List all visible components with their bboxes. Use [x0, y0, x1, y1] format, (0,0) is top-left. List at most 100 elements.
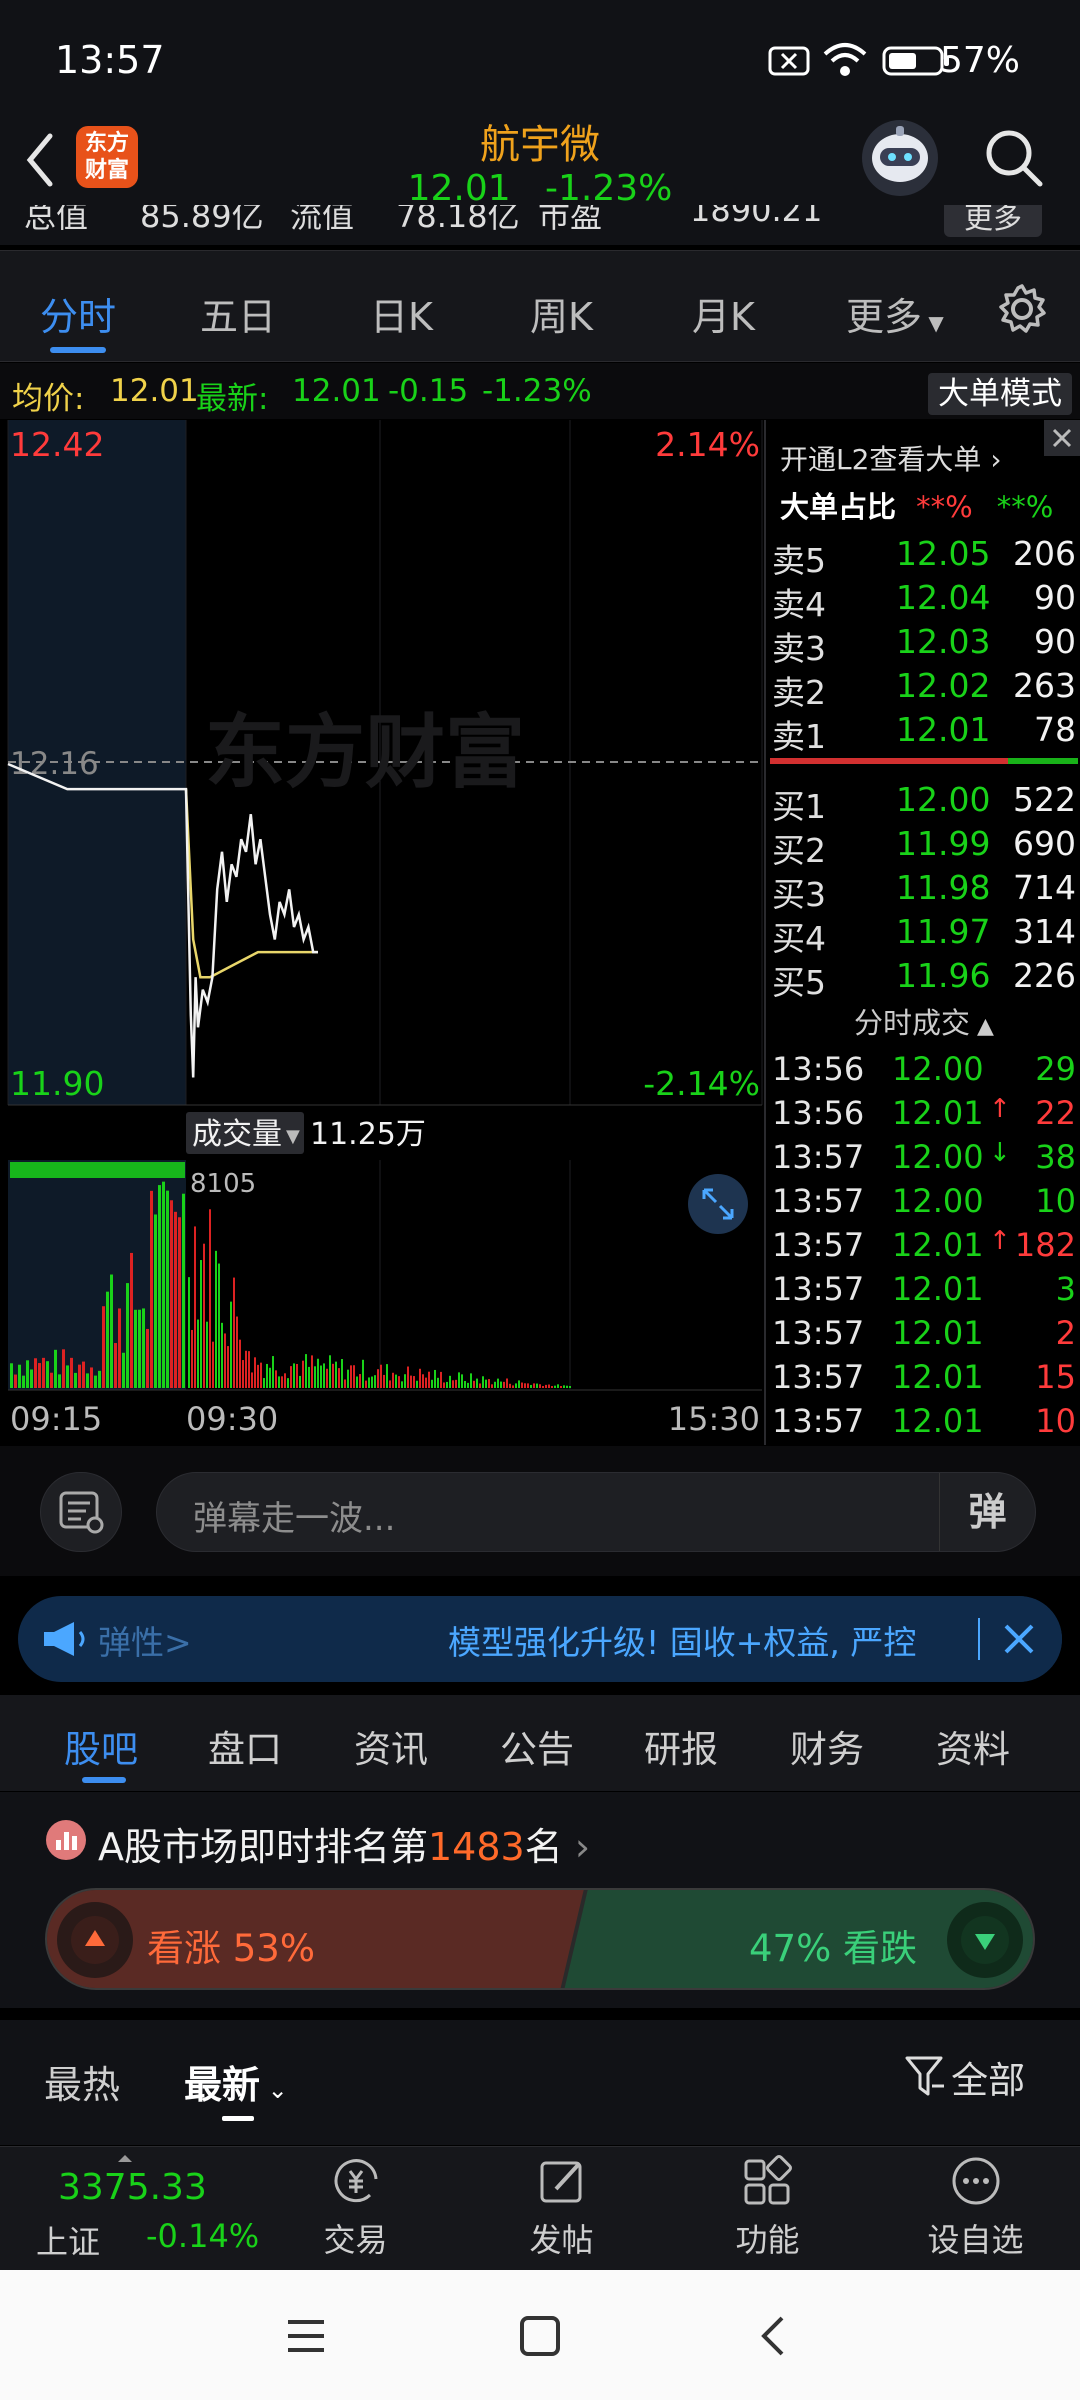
total-value-label: 总值 [24, 205, 89, 235]
tab-intraday[interactable]: 分时 [40, 286, 116, 341]
time-start-label: 09:15 [10, 1400, 102, 1438]
robot-assistant-icon[interactable] [862, 120, 938, 196]
ask-price: 12.04 [896, 578, 991, 617]
volume-bar [350, 1365, 352, 1388]
latest-price-label: 最新: [196, 381, 269, 417]
bid-volume: 314 [1013, 912, 1076, 951]
trades-title[interactable]: 分时成交 ▲ [766, 1000, 1080, 1042]
volume-bar [212, 1341, 214, 1388]
filter-icon [905, 2056, 944, 2096]
bid-row: 买5 11.96 226 [766, 956, 1080, 1002]
home-icon[interactable] [518, 2314, 562, 2358]
price-summary-row: 均价: 12.01 最新: 12.01 -0.15 -1.23% 大单模式 [0, 363, 1080, 419]
caret-down-icon: ▼ [286, 1126, 300, 1147]
tab-news[interactable]: 资讯 [354, 1719, 428, 1773]
bottom-nav: 3375.33 上证 -0.14% 交易 发帖 功能 设自选 [0, 2146, 1080, 2270]
volume-bar [38, 1363, 41, 1388]
volume-bar [266, 1363, 268, 1388]
filter-button[interactable]: 全部 [904, 2050, 1025, 2104]
ask-level-label: 卖4 [772, 585, 826, 624]
feed-tabs: 最热 最新 ⌄ 全部 [0, 2020, 1080, 2145]
nav-trade[interactable]: 交易 [288, 2147, 423, 2271]
tab-hottest[interactable]: 最热 [44, 2054, 120, 2109]
vote-down-button[interactable] [947, 1902, 1023, 1978]
danmu-toggle-button[interactable]: 弹 [939, 1473, 1035, 1551]
volume-bar [209, 1209, 211, 1388]
volume-bar [362, 1359, 364, 1388]
volume-bar [254, 1357, 256, 1388]
status-bar: 13:57 57% [0, 0, 1080, 110]
nav-add-watchlist[interactable]: 设自选 [908, 2147, 1043, 2271]
close-icon[interactable] [1044, 420, 1080, 456]
tab-pankou[interactable]: 盘口 [208, 1719, 282, 1773]
banner-left-text: 弹性> [98, 1623, 192, 1662]
danmu-settings-button[interactable] [40, 1472, 122, 1552]
volume-bar [14, 1374, 17, 1388]
settings-gear-icon[interactable] [996, 283, 1048, 335]
trade-row: 13:57 12.00 ↓ 38 [766, 1138, 1080, 1182]
tab-announcements[interactable]: 公告 [500, 1719, 574, 1773]
volume-bar [458, 1372, 460, 1388]
trade-volume: 22 [1035, 1094, 1076, 1132]
l2-promo-link[interactable]: 开通L2查看大单 › [780, 438, 1002, 478]
volume-bar [138, 1309, 141, 1388]
stock-info-row: 总值 85.89亿 流值 78.18亿 市盈 1890.21 更多 [0, 205, 1080, 245]
index-ticker[interactable]: 3375.33 上证 -0.14% [0, 2147, 290, 2271]
trade-row: 13:57 12.01 15 [766, 1358, 1080, 1402]
volume-bar [130, 1252, 133, 1388]
vote-down-label: 47% 看跌 [749, 1927, 917, 1970]
nav-post[interactable]: 发帖 [494, 2147, 629, 2271]
tab-guba[interactable]: 股吧 [64, 1719, 138, 1773]
tab-finance[interactable]: 财务 [790, 1719, 864, 1773]
trade-price: 12.01 [892, 1226, 984, 1264]
volume-bar [413, 1376, 415, 1388]
search-icon[interactable] [982, 126, 1046, 190]
ask-price: 12.01 [896, 710, 991, 749]
price-change-pct: -1.23% [482, 373, 592, 409]
volume-bar [560, 1386, 562, 1388]
float-value-label: 流值 [290, 205, 355, 235]
caret-down-icon: ▼ [922, 311, 944, 335]
wifi-icon [823, 43, 867, 76]
volume-bar [320, 1365, 322, 1388]
danmu-input[interactable]: 弹幕走一波... 弹 [156, 1472, 1036, 1552]
close-icon[interactable] [998, 1618, 1040, 1660]
total-value: 85.89亿 [140, 205, 264, 235]
volume-bar [239, 1339, 241, 1388]
volume-bar [422, 1374, 424, 1388]
more-button[interactable]: 更多 [944, 205, 1043, 237]
volume-bar [263, 1378, 265, 1388]
volume-selector-label: 成交量 [192, 1117, 282, 1152]
trade-time: 13:56 [772, 1050, 865, 1088]
tab-latest[interactable]: 最新 ⌄ [184, 2054, 288, 2109]
caret-up-icon: ▲ [970, 1014, 994, 1039]
nav-functions[interactable]: 功能 [700, 2147, 835, 2271]
volume-bar [488, 1379, 490, 1388]
volume-bar [449, 1375, 451, 1388]
volume-bar [353, 1365, 355, 1388]
expand-chart-button[interactable] [688, 1174, 748, 1234]
volume-bar [302, 1360, 304, 1388]
tab-five-day[interactable]: 五日 [200, 286, 276, 341]
volume-bar [90, 1367, 93, 1388]
tab-research[interactable]: 研报 [644, 1719, 718, 1773]
tab-monthly-k[interactable]: 月K [692, 286, 755, 341]
tab-profile[interactable]: 资料 [936, 1719, 1010, 1773]
market-rank-row[interactable]: A股市场即时排名第1483名 › [0, 1792, 1080, 1888]
bid-volume: 690 [1013, 824, 1076, 863]
tab-weekly-k[interactable]: 周K [530, 286, 593, 341]
menu-icon[interactable] [284, 2314, 328, 2358]
vote-up-button[interactable] [57, 1902, 133, 1978]
trade-price: 12.00 [892, 1182, 984, 1220]
tab-daily-k[interactable]: 日K [370, 286, 433, 341]
promo-banner[interactable]: 弹性> 模型强化升级! 固收+权益, 严控 [18, 1596, 1062, 1682]
volume-bar [42, 1357, 45, 1388]
volume-bar [425, 1377, 427, 1388]
tab-more[interactable]: 更多 ▼ [846, 286, 944, 341]
volume-bar [335, 1361, 337, 1388]
volume-bar [524, 1383, 526, 1388]
chart-tabs: 分时 五日 日K 周K 月K 更多 ▼ [0, 250, 1080, 362]
back-nav-icon[interactable] [752, 2314, 796, 2358]
big-order-mode-button[interactable]: 大单模式 [928, 373, 1072, 415]
intraday-chart[interactable]: 东方财富 12.42 2.14% 12.16 11.90 -2.14% 成交量 … [0, 420, 763, 1445]
